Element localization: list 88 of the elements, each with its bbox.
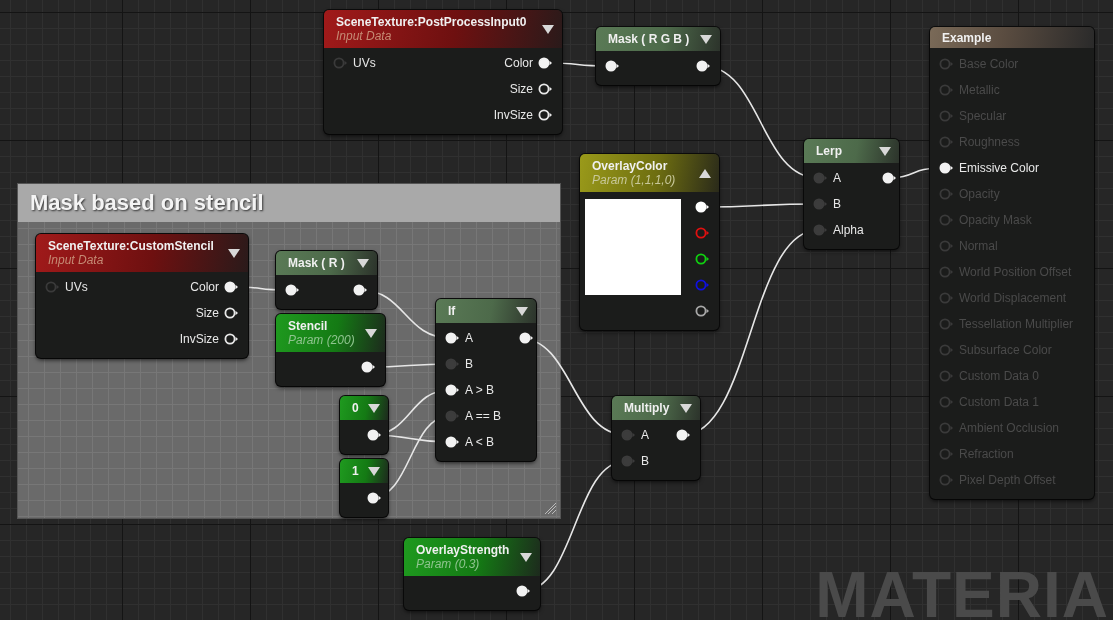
- pin-icon[interactable]: [445, 384, 460, 396]
- pin-label: B: [641, 454, 649, 468]
- pin-icon[interactable]: [939, 162, 954, 174]
- pin-label: InvSize: [493, 108, 533, 122]
- node-title: Example: [942, 30, 992, 45]
- node-subtitle: Param (200): [288, 333, 355, 347]
- pin-label: A < B: [465, 435, 495, 449]
- graph-node[interactable]: Mask ( R ): [276, 251, 377, 309]
- pin-icon[interactable]: [224, 307, 239, 319]
- pin-icon[interactable]: [367, 429, 382, 441]
- graph-node[interactable]: If A B A > B A == B A < B: [436, 299, 536, 461]
- pin-icon[interactable]: [516, 585, 531, 597]
- graph-node[interactable]: Lerp A B Alpha: [804, 139, 899, 249]
- pin-icon[interactable]: [445, 332, 460, 344]
- pin-icon[interactable]: [538, 57, 553, 69]
- graph-node[interactable]: SceneTexture:PostProcessInput0 Input Data UVs Color Size InvSize: [324, 10, 562, 134]
- node-subtitle: Param (0.3): [416, 557, 481, 571]
- node-subtitle: Input Data: [336, 29, 393, 43]
- pin-label: Size: [195, 306, 219, 320]
- caret-icon[interactable]: [368, 466, 380, 476]
- caret-icon[interactable]: [680, 403, 692, 413]
- graph-node[interactable]: OverlayColor Param (1,1,1,0): [580, 154, 719, 330]
- pin-icon[interactable]: [538, 109, 553, 121]
- pin-icon[interactable]: [538, 83, 553, 95]
- graph-node[interactable]: 1: [340, 459, 388, 517]
- pin-label: B: [833, 197, 841, 211]
- graph-node[interactable]: 0: [340, 396, 388, 454]
- pin-label: A == B: [465, 409, 502, 423]
- node-title: If: [448, 304, 456, 318]
- pin-icon[interactable]: [353, 284, 368, 296]
- pin-label: Size: [509, 82, 533, 96]
- caret-icon[interactable]: [700, 34, 712, 44]
- pin-icon[interactable]: [367, 492, 382, 504]
- pin-label: Color: [190, 280, 219, 294]
- pin-label: UVs: [65, 280, 88, 294]
- pin-label: Color: [504, 56, 533, 70]
- caret-icon[interactable]: [520, 552, 532, 562]
- pin-label: Alpha: [833, 223, 864, 237]
- pin-icon[interactable]: [445, 436, 460, 448]
- pin-label: UVs: [353, 56, 376, 70]
- pin-label: A: [465, 331, 473, 345]
- output-node[interactable]: [930, 27, 1094, 499]
- pin-icon[interactable]: [696, 60, 711, 72]
- pin-icon[interactable]: [519, 332, 535, 344]
- pin-icon[interactable]: [695, 305, 710, 317]
- caret-icon[interactable]: [357, 258, 369, 268]
- pin-icon[interactable]: [224, 333, 239, 345]
- pin-icon[interactable]: [695, 253, 710, 265]
- pin-icon[interactable]: [695, 201, 710, 213]
- node-title: 0: [352, 401, 359, 415]
- pin-label: A > B: [465, 383, 495, 397]
- node-title: Mask ( R ): [288, 256, 345, 270]
- node-title: OverlayColor: [592, 159, 669, 173]
- caret-icon[interactable]: [368, 403, 380, 413]
- node-title: Stencil: [288, 319, 329, 333]
- pin-label: InvSize: [179, 332, 219, 346]
- caret-icon[interactable]: [542, 24, 554, 34]
- caret-icon[interactable]: [228, 248, 240, 258]
- graph-node[interactable]: SceneTexture:CustomStencil Input Data UVs Color Size InvSize: [36, 234, 248, 358]
- node-title: 1: [352, 464, 359, 478]
- pin-icon[interactable]: [676, 429, 691, 441]
- node-title: Lerp: [816, 144, 842, 158]
- node-title: SceneTexture:CustomStencil: [48, 239, 214, 253]
- node-title: Multiply: [624, 401, 670, 415]
- pin-label: A: [833, 171, 841, 185]
- pin-icon[interactable]: [224, 281, 239, 293]
- node-title: Mask ( R G B ): [608, 32, 690, 46]
- pin-label: Emissive Color: [959, 161, 1039, 175]
- comment-title: Mask based on stencil: [29, 190, 264, 216]
- caret-icon[interactable]: [365, 328, 377, 338]
- pin-icon[interactable]: [361, 361, 376, 373]
- graph-node[interactable]: Mask ( R G B ): [596, 27, 720, 85]
- graph-node[interactable]: OverlayStrength Param (0.3): [404, 538, 540, 610]
- caret-icon[interactable]: [879, 146, 891, 156]
- graph-node[interactable]: Multiply A B: [612, 396, 700, 480]
- node-subtitle: Input Data: [48, 253, 105, 267]
- pin-icon[interactable]: [285, 284, 300, 296]
- node-title: SceneTexture:PostProcessInput0: [336, 15, 527, 29]
- pin-icon[interactable]: [881, 172, 897, 184]
- caret-icon[interactable]: [699, 168, 711, 178]
- pin-label: B: [465, 357, 473, 371]
- node-subtitle: Param (1,1,1,0): [592, 173, 676, 187]
- caret-icon[interactable]: [516, 306, 528, 316]
- pin-label: A: [641, 428, 649, 442]
- pin-icon[interactable]: [605, 60, 620, 72]
- resize-grip-icon[interactable]: [545, 503, 557, 515]
- node-title: OverlayStrength: [416, 543, 510, 557]
- graph-node[interactable]: Stencil Param (200): [276, 314, 385, 386]
